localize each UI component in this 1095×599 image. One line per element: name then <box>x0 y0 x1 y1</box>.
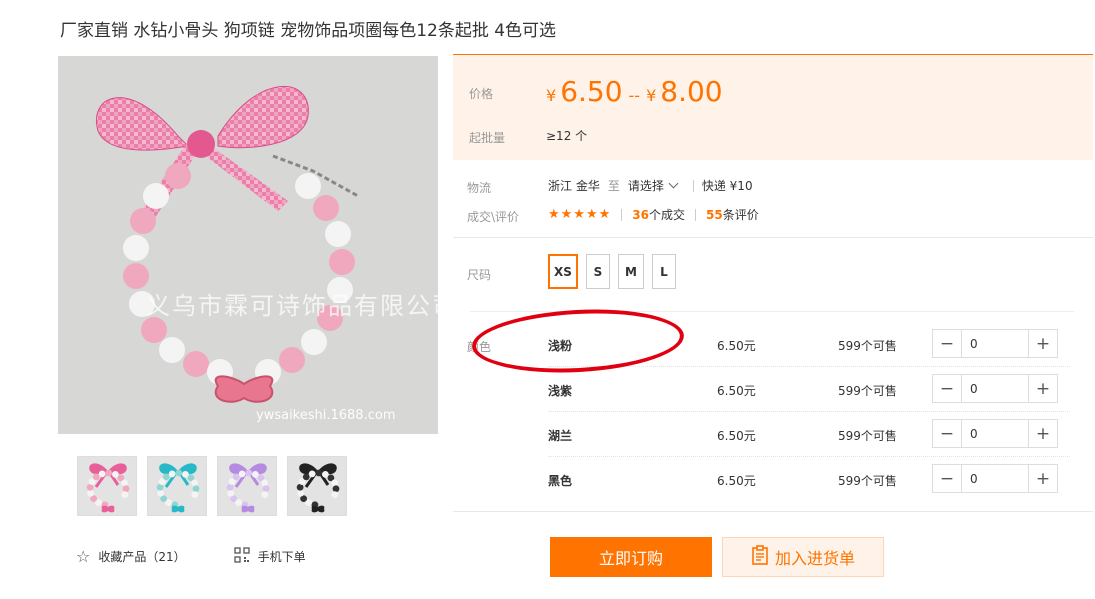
color-stock: 599个可售 <box>838 384 897 398</box>
review-count: 55 <box>706 208 723 222</box>
plus-button[interactable]: + <box>1029 465 1057 492</box>
add-to-cart-label: 加入进货单 <box>774 549 855 568</box>
thumbnail-1[interactable] <box>77 456 137 516</box>
price-label: 价格 <box>469 87 494 101</box>
plus-button[interactable]: + <box>1029 420 1057 447</box>
image-watermark-url: ywsaikeshi.1688.com <box>256 408 396 423</box>
color-stock: 599个可售 <box>838 339 897 353</box>
currency-symbol: ¥ <box>546 86 557 105</box>
minus-button[interactable]: − <box>933 375 961 402</box>
mobile-order-label: 手机下单 <box>257 550 306 564</box>
add-to-cart-button[interactable]: 加入进货单 <box>722 537 884 577</box>
minus-button[interactable]: − <box>933 465 961 492</box>
color-stock: 599个可售 <box>838 474 897 488</box>
origin-location: 浙江 金华 <box>548 179 600 193</box>
color-stock: 599个可售 <box>838 429 897 443</box>
color-row: 黑色 6.50元 599个可售 − 0 + <box>470 457 1070 502</box>
color-price: 6.50元 <box>717 339 756 353</box>
sold-count: 36 <box>632 208 649 222</box>
review-text: 条评价 <box>722 208 759 222</box>
moq-label: 起批量 <box>469 131 506 145</box>
destination-value: 请选择 <box>627 179 664 193</box>
favorite-label: 收藏产品（21） <box>98 550 186 564</box>
quantity-stepper: − 0 + <box>932 329 1058 358</box>
price-range: ¥6.50 -- ¥8.00 <box>546 75 723 108</box>
minus-button[interactable]: − <box>933 420 961 447</box>
quantity-input[interactable]: 0 <box>961 375 1029 402</box>
quantity-stepper: − 0 + <box>932 419 1058 448</box>
color-row: 浅紫 6.50元 599个可售 − 0 + <box>470 367 1070 412</box>
thumbnail-3[interactable] <box>217 456 277 516</box>
logistics-info: 浙江 金华 至 请选择 快递 ¥10 <box>548 177 753 194</box>
rating-stars: ★★★★★ <box>548 207 612 222</box>
size-option-xs[interactable]: XS <box>548 254 578 289</box>
color-price: 6.50元 <box>717 384 756 398</box>
quantity-input[interactable]: 0 <box>961 330 1029 357</box>
currency-symbol: ¥ <box>646 86 657 105</box>
color-name: 浅紫 <box>548 384 573 398</box>
plus-button[interactable]: + <box>1029 330 1057 357</box>
minus-button[interactable]: − <box>933 330 961 357</box>
size-options: XS S M L <box>548 254 676 289</box>
moq-value: ≥12 个 <box>546 129 588 143</box>
logistics-label: 物流 <box>467 181 492 195</box>
plus-button[interactable]: + <box>1029 375 1057 402</box>
price-box: 价格 ¥6.50 -- ¥8.00 起批量 ≥12 个 <box>453 54 1093 160</box>
favorite-link[interactable]: ☆ 收藏产品（21） <box>76 547 186 566</box>
to-text: 至 <box>607 179 620 193</box>
thumbnail-2[interactable] <box>147 456 207 516</box>
product-main-image[interactable]: 义乌市霖可诗饰品有限公司 ywsaikeshi.1688.com <box>58 56 438 434</box>
thumbnail-strip <box>77 456 347 516</box>
quantity-input[interactable]: 0 <box>961 465 1029 492</box>
color-row: 湖兰 6.50元 599个可售 − 0 + <box>470 412 1070 457</box>
price-max: 8.00 <box>660 75 723 108</box>
destination-select[interactable]: 请选择 <box>628 177 685 194</box>
color-price: 6.50元 <box>717 474 756 488</box>
sold-text: 个成交 <box>648 208 685 222</box>
price-min: 6.50 <box>560 75 623 108</box>
quantity-stepper: − 0 + <box>932 374 1058 403</box>
size-label: 尺码 <box>467 268 492 282</box>
size-option-s[interactable]: S <box>586 254 610 289</box>
deal-label: 成交\评价 <box>467 210 520 224</box>
review-count-link[interactable]: 55条评价 <box>706 206 759 223</box>
buy-now-button[interactable]: 立即订购 <box>550 537 712 577</box>
separator <box>692 179 694 192</box>
deal-info: ★★★★★ 36个成交 55条评价 <box>548 206 759 223</box>
left-actions: ☆ 收藏产品（21） 手机下单 <box>76 547 354 566</box>
divider <box>453 511 1093 512</box>
mobile-order-link[interactable]: 手机下单 <box>233 547 306 566</box>
quantity-input[interactable]: 0 <box>961 420 1029 447</box>
product-title: 厂家直销 水钻小骨头 狗项链 宠物饰品项圈每色12条起批 4色可选 <box>60 21 557 41</box>
star-outline-icon: ☆ <box>76 547 91 566</box>
separator <box>695 208 696 221</box>
sold-count-link[interactable]: 36个成交 <box>632 206 685 223</box>
thumbnail-4[interactable] <box>287 456 347 516</box>
chevron-down-icon <box>668 178 679 189</box>
color-name: 黑色 <box>548 474 573 488</box>
color-name: 湖兰 <box>548 429 573 443</box>
size-option-l[interactable]: L <box>651 254 676 289</box>
size-option-m[interactable]: M <box>618 254 644 289</box>
divider <box>453 237 1093 238</box>
price-separator: -- <box>628 86 641 105</box>
color-price: 6.50元 <box>717 429 756 443</box>
qr-code-icon <box>233 547 250 566</box>
express-fee: 快递 ¥10 <box>701 179 753 193</box>
image-watermark: 义乌市霖可诗饰品有限公司 <box>146 292 438 320</box>
separator <box>621 208 623 221</box>
clipboard-icon <box>751 545 769 569</box>
quantity-stepper: − 0 + <box>932 464 1058 493</box>
